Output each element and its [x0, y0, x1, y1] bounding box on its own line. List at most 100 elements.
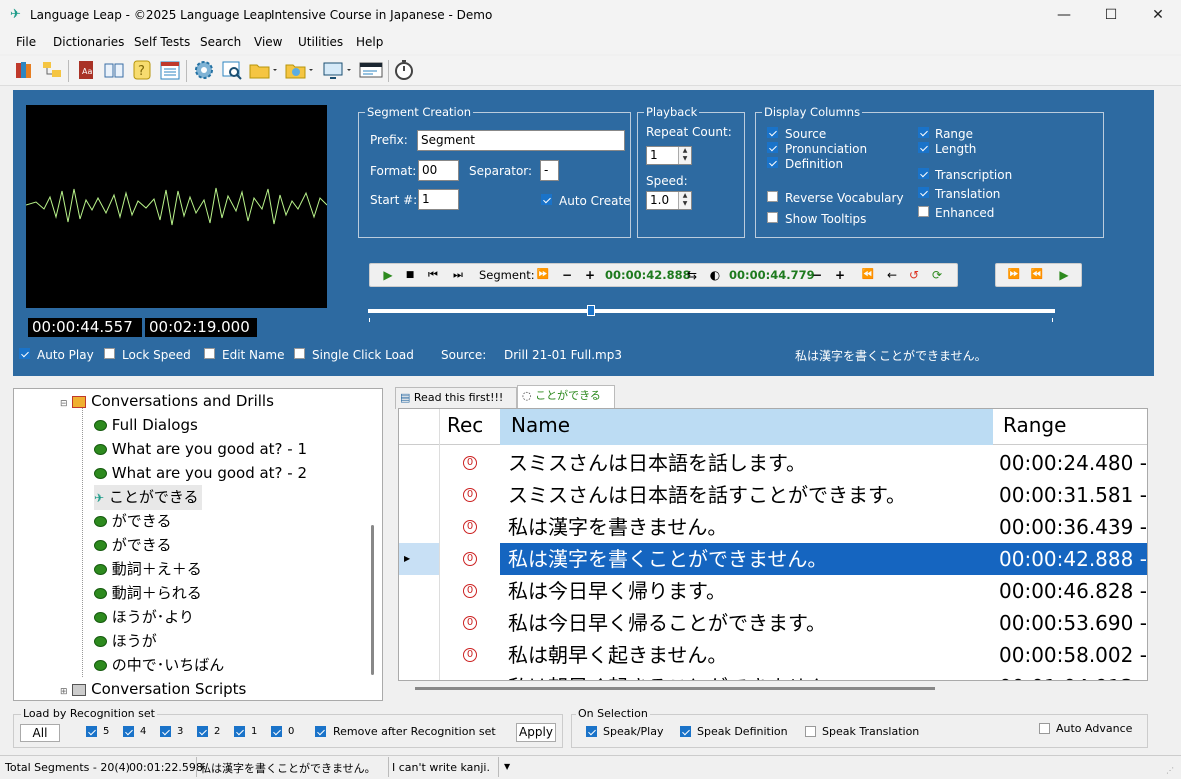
minimize-button[interactable]: — — [1041, 0, 1087, 32]
expand-icon[interactable]: ⊞ — [60, 687, 68, 697]
undo-icon[interactable]: ↺ — [906, 264, 922, 286]
end-minus-button[interactable]: − — [810, 264, 824, 286]
segment-next-icon[interactable]: ⏩ — [535, 264, 551, 286]
stopwatch-icon[interactable] — [392, 58, 416, 82]
menu-utilities[interactable]: Utilities — [298, 35, 343, 49]
rewind-icon[interactable]: ⏪ — [860, 264, 876, 286]
recognition-level-checkbox[interactable] — [160, 726, 171, 737]
range-checkbox[interactable] — [918, 127, 929, 138]
format-input[interactable]: 00 — [418, 160, 459, 181]
status-dropdown-icon[interactable]: ▼ — [504, 762, 510, 771]
seek-track[interactable] — [368, 309, 1055, 313]
tree-item[interactable]: の中で･いちばん — [94, 653, 224, 677]
back-arrow-icon[interactable]: ← — [884, 264, 900, 286]
tree-item[interactable]: ほうが — [94, 629, 157, 653]
maximize-button[interactable]: ☐ — [1088, 0, 1134, 32]
speak-translation-checkbox[interactable] — [805, 726, 816, 737]
speak-definition-checkbox[interactable] — [680, 726, 691, 737]
record-icon[interactable]: 0 — [463, 584, 477, 598]
tree-item[interactable]: 動詞＋られる — [94, 581, 202, 605]
tree-node-scripts[interactable]: ⊞ Conversation Scripts — [60, 677, 246, 700]
seek-thumb[interactable] — [587, 305, 595, 316]
table-row[interactable]: 0 スミスさんは日本語を話します。 00:00:24.480 - — [399, 447, 1147, 479]
skip-back-icon[interactable]: ⏮ — [425, 264, 441, 286]
recognition-level-checkbox[interactable] — [123, 726, 134, 737]
fast-rewind-icon[interactable]: ⏪ — [1029, 264, 1045, 286]
folder-web-icon[interactable] — [284, 58, 313, 82]
stop-icon[interactable]: ■ — [404, 264, 416, 286]
grid-hscroll[interactable] — [415, 687, 935, 690]
recognition-level-checkbox[interactable] — [234, 726, 245, 737]
tree-item[interactable]: What are you good at? - 2 — [94, 461, 307, 485]
recognition-level-checkbox[interactable] — [271, 726, 282, 737]
definition-checkbox[interactable] — [767, 157, 778, 168]
translation-checkbox[interactable] — [918, 187, 929, 198]
calendar-icon[interactable] — [158, 58, 182, 82]
start-input[interactable]: 1 — [418, 189, 459, 210]
enhanced-checkbox[interactable] — [918, 206, 929, 217]
tree-item[interactable]: ほうが･より — [94, 605, 194, 629]
monitor-icon[interactable] — [322, 58, 351, 82]
tree-node-conversations[interactable]: ⊟ Conversations and Drills — [60, 389, 274, 416]
auto-advance-checkbox[interactable] — [1039, 723, 1050, 734]
apply-button[interactable]: Apply — [516, 723, 556, 742]
length-checkbox[interactable] — [918, 142, 929, 153]
record-icon[interactable]: 0 — [463, 488, 477, 502]
menu-help[interactable]: Help — [356, 35, 383, 49]
help-icon[interactable]: ? — [130, 58, 154, 82]
tree-scrollbar[interactable] — [371, 525, 374, 675]
close-button[interactable]: ✕ — [1135, 0, 1181, 32]
play-segment-icon[interactable]: ▶ — [1056, 264, 1072, 286]
col-rec-header[interactable]: Rec — [447, 413, 483, 437]
pronunciation-checkbox[interactable] — [767, 142, 778, 153]
play-icon[interactable]: ▶ — [380, 264, 396, 286]
books-icon[interactable] — [12, 58, 36, 82]
prefix-input[interactable]: Segment — [417, 130, 625, 151]
repeat-spin-buttons[interactable]: ▲ ▼ — [678, 147, 691, 164]
tree-item[interactable]: ができる — [94, 533, 171, 557]
tree-item[interactable]: 動詞＋え＋る — [94, 557, 202, 581]
menu-search[interactable]: Search — [200, 35, 241, 49]
menu-file[interactable]: File — [16, 35, 36, 49]
auto-play-checkbox[interactable] — [19, 348, 30, 359]
record-icon[interactable]: 0 — [463, 520, 477, 534]
folder-tree-icon[interactable] — [40, 58, 64, 82]
start-plus-button[interactable]: + — [583, 264, 597, 286]
speak-play-checkbox[interactable] — [586, 726, 597, 737]
speed-spin-buttons[interactable]: ▲ ▼ — [678, 192, 691, 209]
tab-kotogadekiru[interactable]: ◌ ことができる — [517, 385, 615, 409]
flashcard-icon[interactable] — [358, 58, 383, 82]
record-icon[interactable]: 0 — [463, 456, 477, 470]
reverse-vocab-checkbox[interactable] — [767, 191, 778, 202]
link-icon[interactable]: ⇆ — [685, 264, 699, 286]
tree-item[interactable]: ができる — [94, 509, 171, 533]
start-minus-button[interactable]: − — [560, 264, 574, 286]
end-plus-button[interactable]: + — [833, 264, 847, 286]
loop-icon[interactable]: ◐ — [706, 264, 724, 286]
separator-input[interactable]: - — [540, 160, 559, 181]
auto-create-checkbox[interactable] — [541, 194, 552, 205]
col-range-header[interactable]: Range — [1003, 413, 1066, 437]
settings-icon[interactable] — [192, 58, 216, 82]
table-row-selected[interactable]: ▶ 0 私は漢字を書くことができません。 00:00:42.888 - — [399, 543, 1147, 575]
book-icon[interactable] — [102, 58, 126, 82]
table-row[interactable]: 0 私は今日早く帰ります。 00:00:46.828 - — [399, 575, 1147, 607]
fast-forward-icon[interactable]: ⏩ — [1006, 264, 1022, 286]
record-icon[interactable]: 0 — [463, 680, 477, 681]
show-tooltips-checkbox[interactable] — [767, 212, 778, 223]
table-row[interactable]: 0 私は朝早く起きません。 00:00:58.002 - — [399, 639, 1147, 671]
transcription-checkbox[interactable] — [918, 168, 929, 179]
lock-speed-checkbox[interactable] — [104, 348, 115, 359]
menu-dictionaries[interactable]: Dictionaries — [53, 35, 124, 49]
table-row[interactable]: 0 私は今日早く帰ることができます。 00:00:53.690 - — [399, 607, 1147, 639]
open-folder-icon[interactable] — [248, 58, 277, 82]
tree-item[interactable]: Full Dialogs — [94, 413, 198, 437]
single-click-load-checkbox[interactable] — [294, 348, 305, 359]
all-button[interactable]: All — [20, 724, 60, 742]
recognition-level-checkbox[interactable] — [86, 726, 97, 737]
dictionary-icon[interactable]: Aa — [74, 58, 98, 82]
col-name-header[interactable]: Name — [511, 413, 570, 437]
tree-item-selected[interactable]: ✈ ことができる — [94, 485, 202, 510]
record-icon[interactable]: 0 — [463, 552, 477, 566]
recognition-level-checkbox[interactable] — [197, 726, 208, 737]
